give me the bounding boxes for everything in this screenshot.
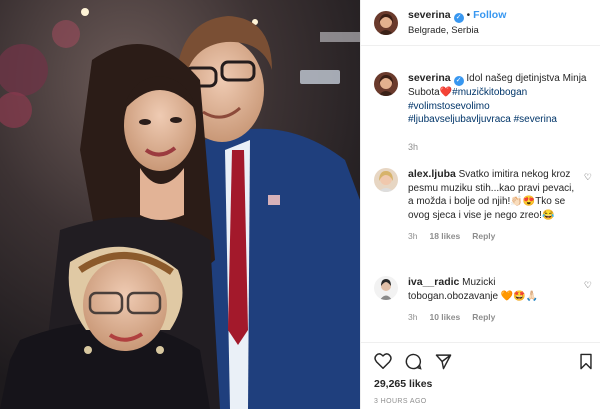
author-username[interactable]: severina xyxy=(408,9,451,21)
header-separator: • xyxy=(466,10,471,21)
commenter-username[interactable]: iva__radic xyxy=(408,276,459,288)
hashtag[interactable]: #volimstosevolimo xyxy=(408,101,490,112)
comment-time: 3h xyxy=(408,231,418,241)
reply-button[interactable]: Reply xyxy=(472,231,495,241)
caption-time: 3h xyxy=(408,141,419,152)
photo-image xyxy=(0,0,360,409)
post-caption: severina ✓ Idol našeg djetinjstva Minja S… xyxy=(374,72,596,154)
commenter-avatar[interactable] xyxy=(374,276,398,300)
post-timestamp[interactable]: 3 HOURS AGO xyxy=(374,398,427,405)
post-location[interactable]: Belgrade, Serbia xyxy=(408,25,506,36)
bookmark-icon[interactable] xyxy=(579,353,593,373)
hashtag[interactable]: #severina xyxy=(514,114,557,125)
commenter-avatar[interactable] xyxy=(374,168,398,192)
comment-like-heart-icon[interactable]: ♡ xyxy=(584,280,592,291)
comment-likes[interactable]: 10 likes xyxy=(429,312,460,322)
post-header: severina ✓ • Follow Belgrade, Serbia xyxy=(361,0,600,46)
verified-badge-icon: ✓ xyxy=(453,13,464,23)
heart-emoji: ❤️ xyxy=(439,87,453,98)
comment-item: iva__radic Muzicki tobogan.obozavanje 🧡🤩… xyxy=(374,276,596,325)
verified-badge-icon: ✓ xyxy=(453,76,464,86)
share-icon[interactable] xyxy=(435,353,452,373)
author-avatar[interactable] xyxy=(374,10,398,35)
comment-likes[interactable]: 18 likes xyxy=(429,231,460,241)
caption-avatar[interactable] xyxy=(374,72,398,96)
post-action-bar xyxy=(361,342,600,370)
follow-button[interactable]: Follow xyxy=(473,9,506,21)
caption-username[interactable]: severina xyxy=(408,72,451,84)
commenter-username[interactable]: alex.ljuba xyxy=(408,168,456,180)
comment-item: alex.ljuba Svatko imitira nekog kroz pes… xyxy=(374,168,596,244)
comment-like-heart-icon[interactable]: ♡ xyxy=(584,172,592,183)
post-photo[interactable] xyxy=(0,0,360,409)
reply-button[interactable]: Reply xyxy=(472,312,495,322)
hashtag[interactable]: #ljubavseljubavljuvraca xyxy=(408,114,511,125)
comment-icon[interactable] xyxy=(405,353,422,373)
heart-icon[interactable] xyxy=(374,353,392,372)
post-sidebar: severina ✓ • Follow Belgrade, Serbia severi… xyxy=(360,0,600,409)
likes-count[interactable]: 29,265 likes xyxy=(374,378,432,390)
comment-time: 3h xyxy=(408,312,418,322)
hashtag[interactable]: #muzičkitobogan xyxy=(452,87,527,98)
